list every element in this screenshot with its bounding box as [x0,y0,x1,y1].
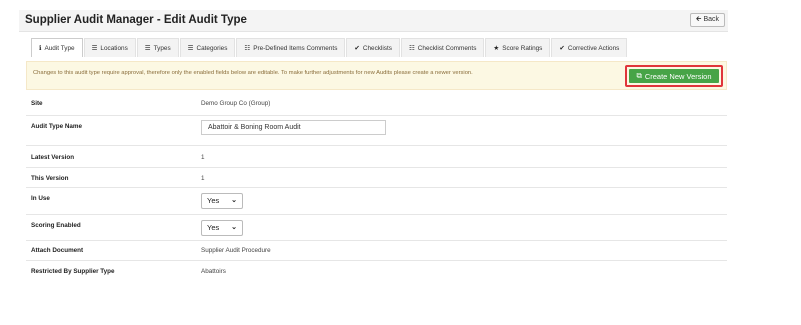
back-button[interactable]: 🡰 Back [689,13,725,27]
info-icon: ℹ [39,45,42,52]
comments-icon: ☷ [408,45,415,52]
copy-icon: ⧉ [636,71,642,80]
this-version-label: This Version [31,175,69,182]
in-use-select[interactable]: Yes ⌄ [201,193,243,209]
row-site: Site Demo Group Co (Group) [26,93,727,116]
tab-bar: ℹ Audit Type ☰ Locations ☰ Types ☰ Categ… [31,38,628,57]
tab-locations[interactable]: ☰ Locations [83,38,136,57]
tab-label: Categories [196,44,228,52]
site-label: Site [31,100,43,107]
back-label: Back [703,16,719,23]
check-circle-icon: ✔ [354,45,360,52]
this-version-value: 1 [201,175,205,182]
audit-type-name-input[interactable]: Abattoir & Boning Room Audit [201,120,386,135]
tab-corrective-actions[interactable]: ✔ Corrective Actions [551,38,628,57]
scoring-enabled-select[interactable]: Yes ⌄ [201,220,243,236]
tab-label: Types [153,44,171,52]
create-new-version-label: Create New Version [644,71,712,81]
tab-label: Locations [100,44,128,52]
tab-label: Checklists [362,44,392,52]
create-new-version-button[interactable]: ⧉ Create New Version [629,69,719,83]
check-icon: ✔ [559,45,565,52]
row-latest-version: Latest Version 1 [26,146,727,168]
tab-checklist-comments[interactable]: ☷ Checklist Comments [400,38,485,57]
audit-type-form: Site Demo Group Co (Group) Audit Type Na… [26,93,727,281]
chevron-down-icon: ⌄ [231,224,237,231]
scoring-enabled-label: Scoring Enabled [31,222,81,229]
comments-icon: ☷ [244,45,251,52]
attach-document-label: Attach Document [31,247,84,254]
row-in-use: In Use Yes ⌄ [26,188,727,215]
create-button-highlight: ⧉ Create New Version [625,65,723,87]
list-icon: ☰ [187,45,194,52]
chevron-down-icon: ⌄ [231,197,237,204]
tab-types[interactable]: ☰ Types [136,38,179,57]
in-use-value: Yes [207,196,220,205]
tab-audit-type[interactable]: ℹ Audit Type [31,38,83,57]
scoring-enabled-value: Yes [207,223,220,232]
row-restricted-by-supplier-type: Restricted By Supplier Type Abattoirs [26,261,727,281]
page-header: Supplier Audit Manager - Edit Audit Type… [19,10,728,32]
tab-label: Audit Type [44,44,75,52]
audit-type-name-label: Audit Type Name [31,123,82,130]
restricted-by-supplier-type-label: Restricted By Supplier Type [31,268,115,275]
notice-text: Changes to this audit type require appro… [33,70,473,76]
arrow-left-icon: 🡰 [695,16,702,23]
tab-label: Score Ratings [502,44,543,52]
tab-label: Corrective Actions [567,44,620,52]
row-this-version: This Version 1 [26,168,727,188]
latest-version-value: 1 [201,154,205,161]
tab-score-ratings[interactable]: ★ Score Ratings [485,38,551,57]
site-value: Demo Group Co (Group) [201,100,271,107]
page-title: Supplier Audit Manager - Edit Audit Type [25,14,247,26]
star-icon: ★ [493,45,500,52]
approval-notice: Changes to this audit type require appro… [26,61,727,90]
restricted-by-supplier-type-value: Abattoirs [201,268,226,275]
latest-version-label: Latest Version [31,154,75,161]
tab-pre-defined-items-comments[interactable]: ☷ Pre-Defined Items Comments [236,38,346,57]
tab-checklists[interactable]: ✔ Checklists [346,38,400,57]
row-scoring-enabled: Scoring Enabled Yes ⌄ [26,215,727,241]
tab-label: Checklist Comments [417,44,477,52]
attach-document-value: Supplier Audit Procedure [201,247,271,254]
list-icon: ☰ [144,45,151,52]
list-icon: ☰ [91,45,98,52]
tab-label: Pre-Defined Items Comments [253,44,338,52]
in-use-label: In Use [31,195,50,202]
row-audit-type-name: Audit Type Name Abattoir & Boning Room A… [26,116,727,146]
row-attach-document: Attach Document Supplier Audit Procedure [26,241,727,261]
tab-categories[interactable]: ☰ Categories [179,38,236,57]
